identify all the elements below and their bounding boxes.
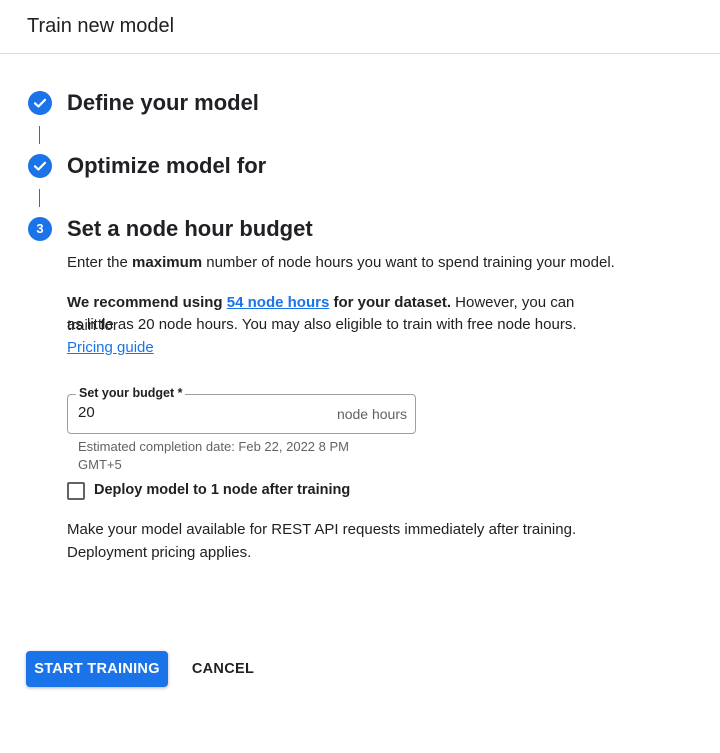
step-number: 3 [36, 221, 44, 236]
pricing-guide-link[interactable]: Pricing guide [67, 339, 154, 356]
step-connector [39, 126, 40, 144]
start-training-button[interactable]: START TRAINING [26, 651, 168, 687]
page-title: Train new model [27, 15, 175, 37]
check-circle-icon [28, 154, 52, 178]
budget-field[interactable]: Set your budget * node hours [67, 386, 416, 434]
step-define-model[interactable]: Define your model [67, 90, 259, 116]
step-number-badge: 3 [28, 217, 52, 241]
budget-intro: Enter the maximum number of node hours y… [67, 254, 615, 271]
check-circle-icon [28, 91, 52, 115]
budget-field-label: Set your budget * [76, 386, 186, 400]
deploy-description: Make your model available for REST API r… [67, 521, 577, 538]
deploy-pricing-note: Deployment pricing applies. [67, 544, 252, 561]
budget-unit: node hours [336, 406, 407, 422]
deploy-checkbox[interactable] [67, 482, 85, 500]
step-optimize-model[interactable]: Optimize model for [67, 153, 266, 179]
budget-input[interactable] [78, 404, 298, 421]
estimated-completion: Estimated completion date: Feb 22, 2022 … [78, 439, 349, 472]
recommendation-text-cont: as little as 20 node hours. You may also… [67, 316, 577, 333]
step-connector [39, 189, 40, 207]
page-header: Train new model [0, 0, 720, 54]
pricing-guide-row: Pricing guide [67, 337, 154, 360]
cancel-button[interactable]: CANCEL [186, 651, 260, 687]
deploy-checkbox-label[interactable]: Deploy model to 1 node after training [94, 482, 350, 498]
step-node-hour-budget: Set a node hour budget [67, 216, 313, 241]
recommended-hours-link[interactable]: 54 node hours [227, 294, 330, 311]
